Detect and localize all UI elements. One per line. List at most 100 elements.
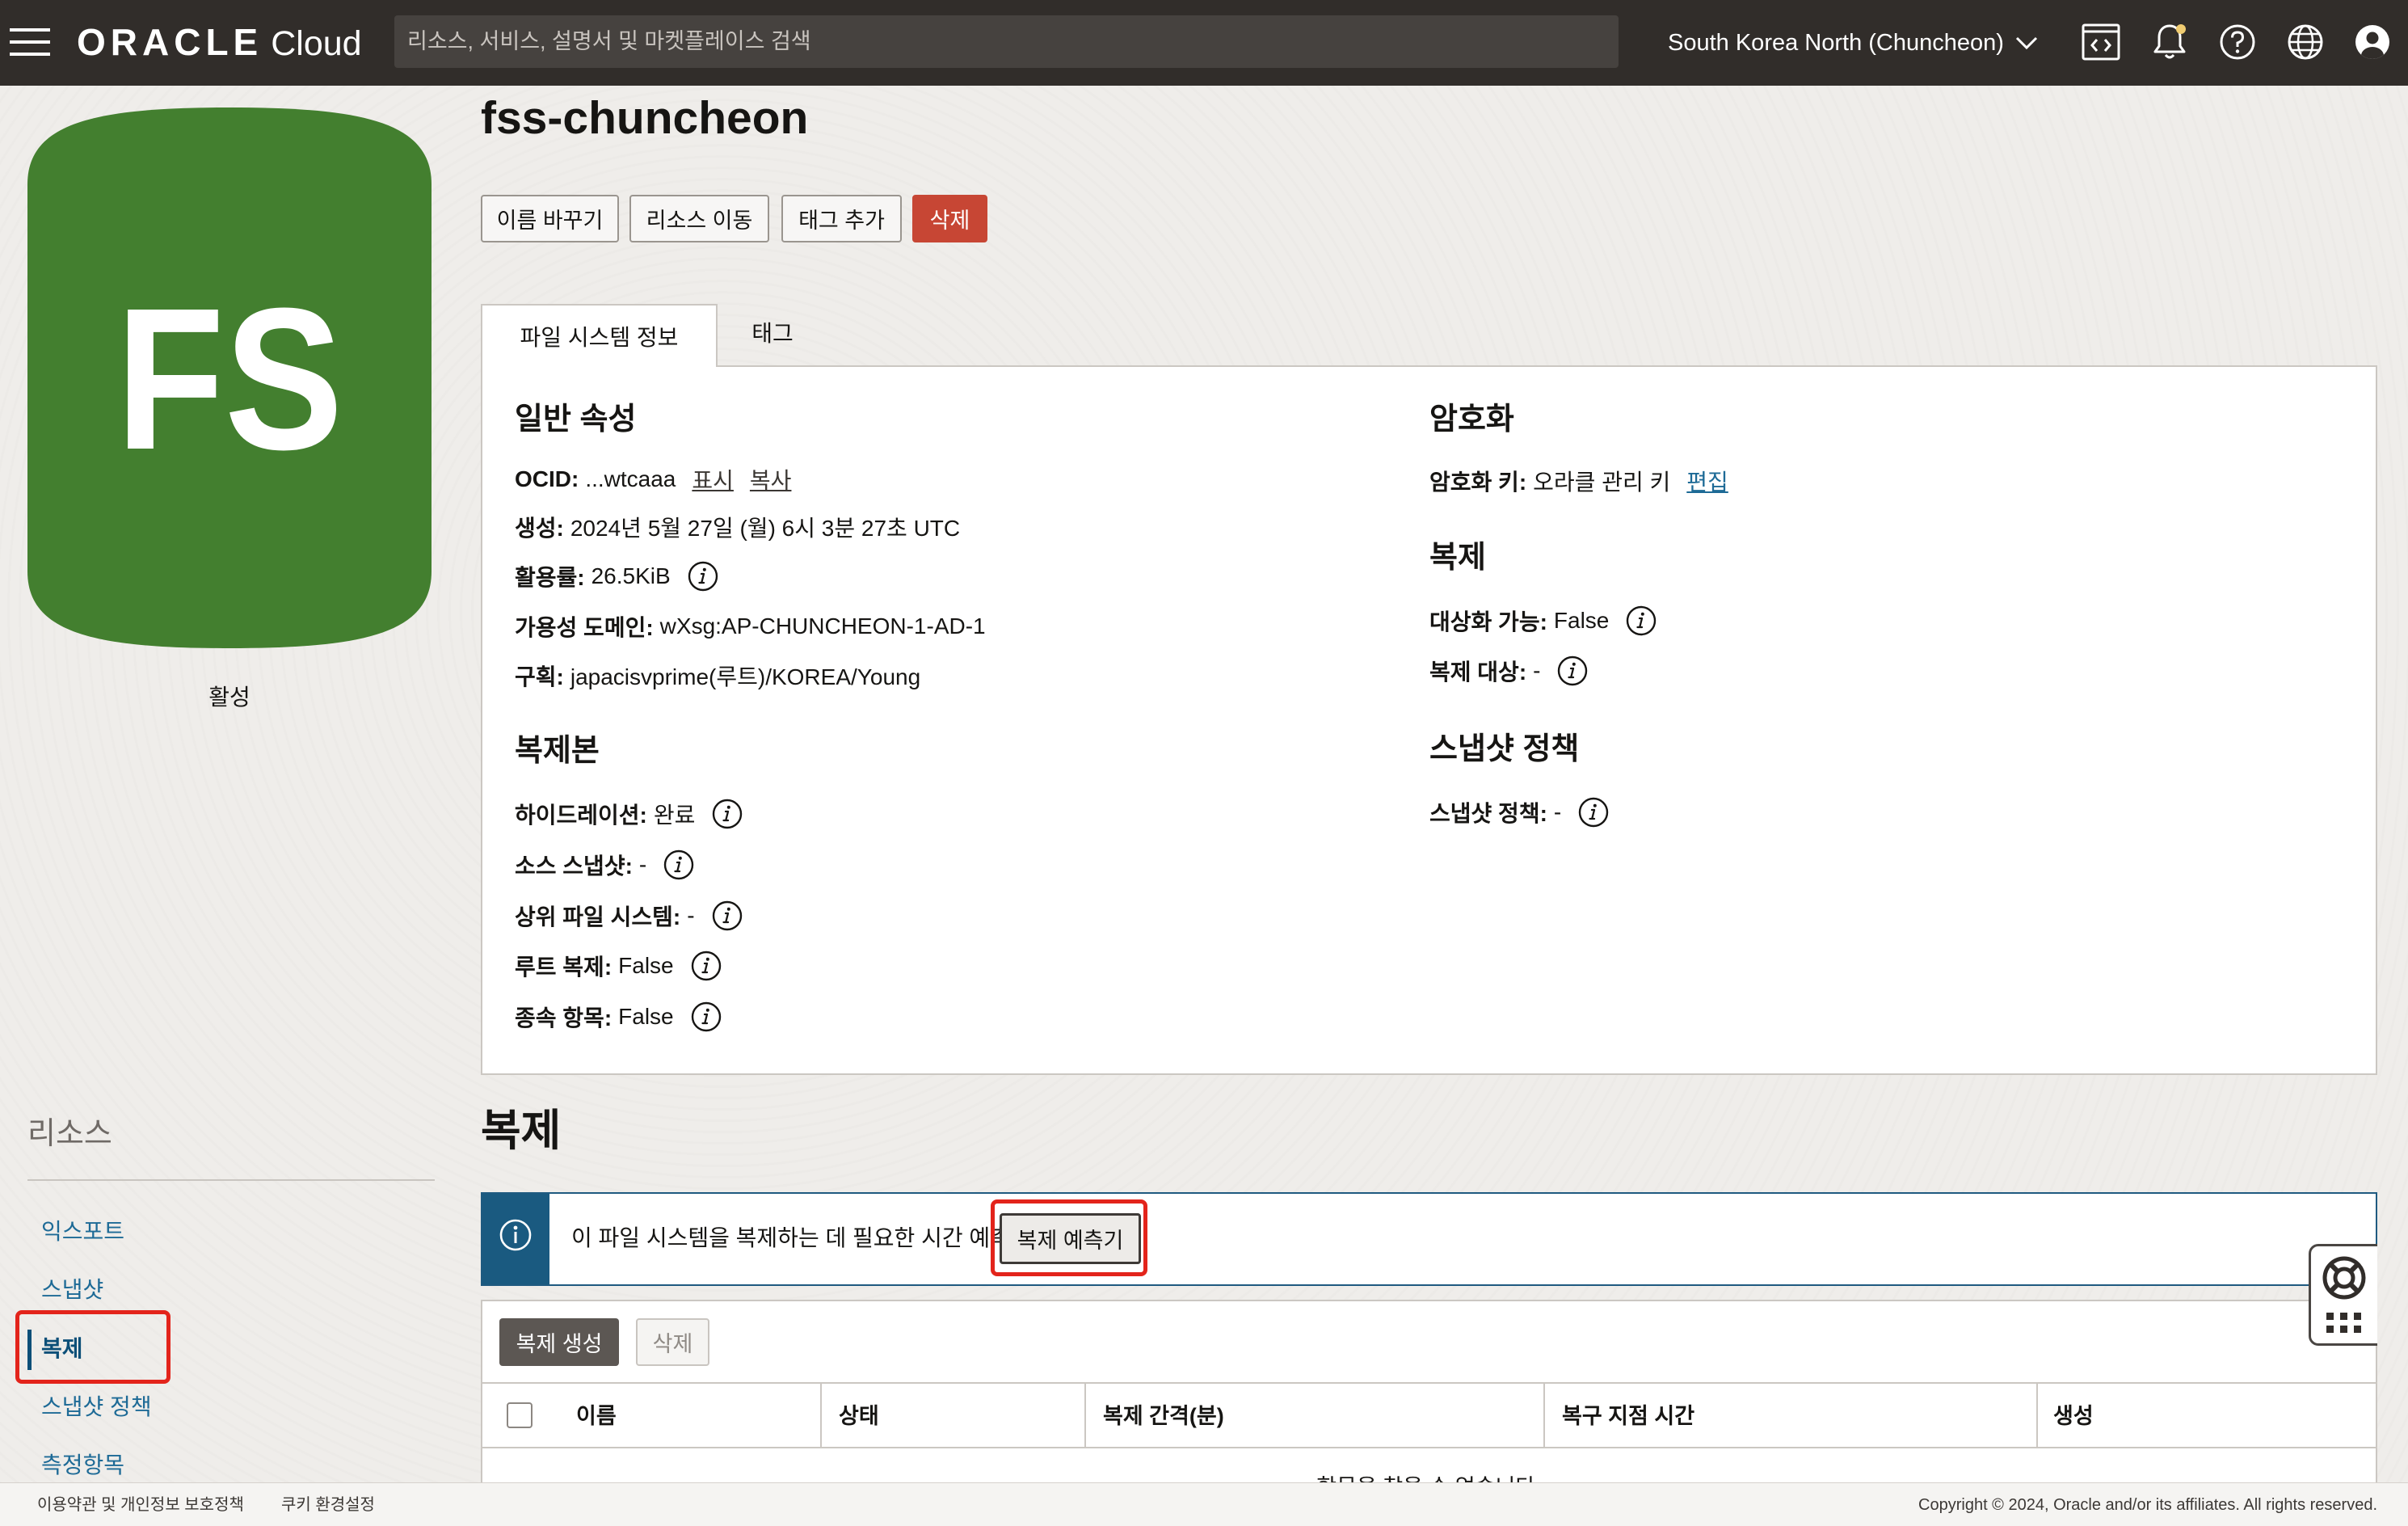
column-header-interval[interactable]: 복제 간격(분) bbox=[1103, 1400, 1224, 1432]
sidebar-item-metrics[interactable]: 측정항목 bbox=[41, 1449, 124, 1482]
parent-file-system-label: 상위 파일 시스템: bbox=[515, 904, 681, 930]
sidebar-highlight-box bbox=[15, 1310, 170, 1384]
replication-target-label: 복제 대상: bbox=[1429, 660, 1527, 685]
dependents-label: 종속 항목: bbox=[515, 1005, 613, 1031]
lifecycle-status: 활성 bbox=[208, 685, 250, 710]
ocid-label: OCID: bbox=[515, 466, 579, 491]
info-icon[interactable] bbox=[1625, 605, 1657, 637]
delete-replication-button[interactable]: 삭제 bbox=[636, 1318, 709, 1366]
select-all-checkbox[interactable] bbox=[507, 1402, 533, 1428]
hydration-row: 하이드레이션: 완료 bbox=[515, 798, 743, 830]
notification-dot bbox=[2176, 24, 2186, 34]
created-value: 2024년 5월 27일 (월) 6시 3분 27초 UTC bbox=[570, 516, 961, 541]
column-header-created[interactable]: 생성 bbox=[2053, 1400, 2094, 1432]
region-label: South Korea North (Chuncheon) bbox=[1668, 29, 2004, 56]
column-divider bbox=[1084, 1384, 1086, 1447]
rename-button[interactable]: 이름 바꾸기 bbox=[481, 195, 619, 242]
column-header-state[interactable]: 상태 bbox=[839, 1400, 879, 1432]
tab-file-system-information[interactable]: 파일 시스템 정보 bbox=[481, 304, 718, 367]
create-replication-button[interactable]: 복제 생성 bbox=[499, 1318, 619, 1366]
utilization-row: 활용률: 26.5KiB bbox=[515, 560, 719, 592]
clone-heading: 복제본 bbox=[515, 734, 600, 768]
root-clone-row: 루트 복제: False bbox=[515, 950, 722, 982]
root-clone-value: False bbox=[618, 953, 674, 978]
info-icon[interactable] bbox=[711, 900, 743, 932]
compartment-label: 구획: bbox=[515, 664, 564, 689]
replication-estimator-button[interactable]: 복제 예측기 bbox=[1000, 1213, 1141, 1264]
sidebar-item-replications[interactable]: 복제 bbox=[41, 1333, 83, 1365]
oracle-cloud-logo[interactable]: ORACLE Cloud bbox=[77, 21, 362, 63]
region-selector[interactable]: South Korea North (Chuncheon) bbox=[1668, 23, 2038, 63]
code-editor-icon[interactable] bbox=[2078, 19, 2124, 65]
active-indicator bbox=[27, 1330, 32, 1370]
hydration-value: 완료 bbox=[653, 803, 696, 828]
replication-target-row: 복제 대상: - bbox=[1429, 655, 1589, 687]
copy-ocid-link[interactable]: 복사 bbox=[750, 463, 792, 495]
profile-icon[interactable] bbox=[2350, 19, 2395, 65]
banner-text: 이 파일 시스템을 복제하는 데 필요한 시간 예측 bbox=[571, 1225, 1011, 1250]
encryption-key-value: 오라클 관리 키 bbox=[1533, 470, 1671, 495]
sidebar-item-exports[interactable]: 익스포트 bbox=[41, 1216, 124, 1248]
created-row: 생성: 2024년 5월 27일 (월) 6시 3분 27초 UTC bbox=[515, 511, 960, 543]
replication-heading: 복제 bbox=[1429, 541, 1486, 575]
bell-icon[interactable] bbox=[2147, 19, 2192, 65]
move-resource-button[interactable]: 리소스 이동 bbox=[629, 195, 769, 242]
tab-tags[interactable]: 태그 bbox=[737, 304, 808, 360]
logo-oracle-text: ORACLE bbox=[77, 21, 263, 63]
replications-section-title: 복제 bbox=[481, 1107, 562, 1155]
info-icon[interactable] bbox=[1577, 796, 1610, 828]
snapshot-policy-value: - bbox=[1553, 799, 1562, 824]
info-icon[interactable] bbox=[687, 560, 719, 592]
info-icon[interactable] bbox=[690, 950, 722, 982]
delete-button[interactable]: 삭제 bbox=[912, 195, 987, 242]
table-header-row: 이름 상태 복제 간격(분) 복구 지점 시간 생성 bbox=[482, 1382, 2376, 1448]
banner-accent bbox=[482, 1194, 549, 1284]
general-info-heading: 일반 속성 bbox=[515, 403, 637, 436]
logo-cloud-text: Cloud bbox=[271, 24, 362, 63]
globe-icon[interactable] bbox=[2283, 19, 2328, 65]
sidebar-item-snapshot-policy[interactable]: 스냅샷 정책 bbox=[41, 1391, 152, 1423]
file-system-details-panel: 일반 속성 OCID: ...wtcaaa 표시 복사 생성: 2024년 5월… bbox=[481, 365, 2377, 1075]
source-snapshot-label: 소스 스냅샷: bbox=[515, 854, 633, 879]
add-tags-button[interactable]: 태그 추가 bbox=[781, 195, 902, 242]
encryption-key-row: 암호화 키: 오라클 관리 키 편집 bbox=[1429, 465, 1728, 497]
column-header-name[interactable]: 이름 bbox=[576, 1400, 617, 1432]
info-icon[interactable] bbox=[711, 798, 743, 830]
encryption-key-label: 암호화 키: bbox=[1429, 470, 1527, 495]
divider bbox=[27, 1179, 435, 1181]
utilization-label: 활용률: bbox=[515, 565, 585, 590]
cookie-preferences-link[interactable]: 쿠키 환경설정 bbox=[281, 1494, 375, 1515]
page-title: fss-chuncheon bbox=[481, 92, 809, 144]
terms-privacy-link[interactable]: 이용약관 및 개인정보 보호정책 bbox=[37, 1494, 244, 1515]
info-icon bbox=[499, 1219, 532, 1251]
info-icon[interactable] bbox=[663, 849, 695, 881]
targetable-label: 대상화 가능: bbox=[1429, 609, 1547, 634]
hydration-label: 하이드레이션: bbox=[515, 803, 647, 828]
menu-icon[interactable] bbox=[10, 27, 50, 57]
top-navigation-bar: ORACLE Cloud South Korea North (Chuncheo… bbox=[0, 0, 2408, 86]
column-header-recovery-point[interactable]: 복구 지점 시간 bbox=[1562, 1400, 1694, 1432]
column-divider bbox=[2036, 1384, 2038, 1447]
footer: 이용약관 및 개인정보 보호정책 쿠키 환경설정 Copyright © 202… bbox=[0, 1482, 2408, 1526]
dependents-value: False bbox=[618, 1004, 674, 1029]
info-icon[interactable] bbox=[690, 1001, 722, 1033]
copyright-text: Copyright © 2024, Oracle and/or its affi… bbox=[1918, 1496, 2377, 1514]
compartment-row: 구획: japacisvprime(루트)/KOREA/Young bbox=[515, 660, 920, 692]
targetable-row: 대상화 가능: False bbox=[1429, 605, 1657, 637]
parent-file-system-value: - bbox=[687, 903, 695, 928]
grid-icon bbox=[2326, 1313, 2361, 1333]
sidebar-item-snapshots[interactable]: 스냅샷 bbox=[41, 1274, 103, 1306]
badge-text: FS bbox=[116, 266, 343, 491]
help-icon[interactable] bbox=[2215, 19, 2260, 65]
availability-domain-value: wXsg:AP-CHUNCHEON-1-AD-1 bbox=[659, 613, 986, 639]
snapshot-policy-heading: 스냅샷 정책 bbox=[1429, 732, 1580, 766]
edit-encryption-key-link[interactable]: 편집 bbox=[1686, 465, 1728, 497]
snapshot-policy-label: 스냅샷 정책: bbox=[1429, 801, 1547, 826]
info-icon[interactable] bbox=[1556, 655, 1589, 687]
replication-target-value: - bbox=[1533, 658, 1541, 683]
search-input[interactable] bbox=[394, 15, 1619, 68]
show-ocid-link[interactable]: 표시 bbox=[692, 463, 734, 495]
ocid-row: OCID: ...wtcaaa 표시 복사 bbox=[515, 463, 791, 495]
help-widget[interactable] bbox=[2309, 1244, 2377, 1346]
utilization-value: 26.5KiB bbox=[591, 563, 671, 588]
